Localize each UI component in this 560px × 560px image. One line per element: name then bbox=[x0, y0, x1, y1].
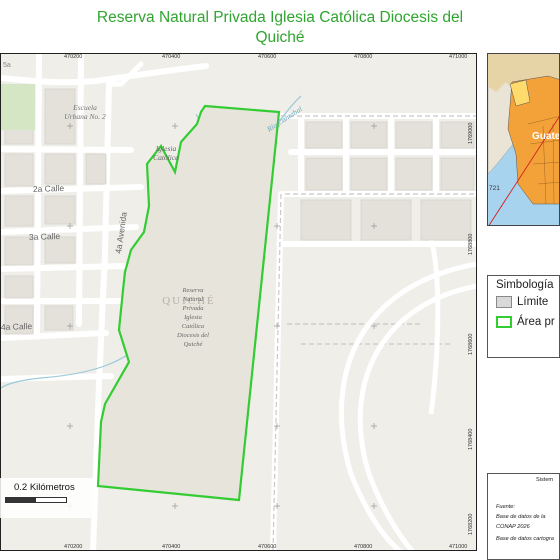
y-tick-4: 1768400 bbox=[468, 428, 474, 450]
main-map[interactable]: Escuela Urbana No. 2 Iglesia Católica Río … bbox=[0, 53, 477, 551]
credits-panel: Sistem Fuente: Base de datos de la CONAP… bbox=[487, 473, 560, 560]
legend-item-reserve-label: Área pr bbox=[517, 316, 555, 329]
x-tick-bottom-1: 470200 bbox=[64, 544, 83, 550]
scale-bar-label: 0.2 Kilómetros bbox=[14, 482, 75, 493]
x-tick-top-4: 470800 bbox=[354, 54, 373, 60]
map-title: Reserva Natural Privada Iglesia Católica… bbox=[0, 8, 560, 48]
x-tick-top-5: 471000 bbox=[449, 54, 468, 60]
map-title-line-2: Quiché bbox=[255, 29, 305, 46]
street-label-4a: 4a Calle bbox=[1, 321, 33, 332]
gray-fill-swatch-icon bbox=[496, 296, 512, 308]
y-tick-1: 1769000 bbox=[468, 122, 474, 144]
legend-panel: Simbología Límite Área pr bbox=[487, 275, 560, 358]
map-title-line-1: Reserva Natural Privada Iglesia Católica… bbox=[96, 9, 464, 26]
credits-line-1: Base de datos de la bbox=[496, 514, 546, 520]
inset-map-canvas: Guate 721 bbox=[488, 54, 560, 225]
green-space bbox=[1, 84, 35, 130]
x-tick-top-2: 470400 bbox=[162, 54, 181, 60]
x-tick-bottom-4: 470800 bbox=[354, 544, 373, 550]
legend-item-limit-label: Límite bbox=[517, 296, 549, 309]
legend-item-limit: Límite bbox=[496, 296, 548, 308]
curved-boulevard bbox=[338, 238, 476, 550]
scale-bar: 0.2 Kilómetros bbox=[0, 478, 96, 518]
x-tick-top-1: 470200 bbox=[64, 54, 83, 60]
credits-line-3: Base de datos cartogra bbox=[496, 536, 554, 542]
credits-source-label: Fuente: bbox=[496, 504, 515, 510]
church-label: Iglesia Católica bbox=[153, 144, 179, 162]
x-tick-bottom-3: 470600 bbox=[258, 544, 277, 550]
map-canvas[interactable]: Escuela Urbana No. 2 Iglesia Católica Río … bbox=[1, 54, 477, 551]
svg-text:Guate: Guate bbox=[532, 131, 560, 142]
x-tick-bottom-2: 470400 bbox=[162, 544, 181, 550]
credits-line-2: CONAP 2026 bbox=[496, 524, 530, 530]
y-tick-5: 1768200 bbox=[468, 513, 474, 535]
legend-item-reserve: Área pr bbox=[496, 316, 555, 328]
x-tick-bottom-5: 471000 bbox=[449, 544, 468, 550]
svg-text:721: 721 bbox=[489, 185, 500, 192]
y-tick-2: 1768800 bbox=[468, 233, 474, 255]
street-label-3a: 3a Calle bbox=[29, 231, 61, 242]
avenue-label: 4a Avenida bbox=[113, 211, 129, 254]
inset-map[interactable]: Guate 721 bbox=[487, 53, 560, 226]
legend-heading: Simbología bbox=[496, 279, 554, 291]
x-tick-top-3: 470600 bbox=[258, 54, 277, 60]
scale-bar-graphic bbox=[5, 497, 67, 503]
green-outline-swatch-icon bbox=[496, 316, 512, 328]
y-tick-3: 1768600 bbox=[468, 333, 474, 355]
street-label-2a: 2a Calle bbox=[33, 183, 65, 194]
street-label-cut: 5a bbox=[3, 62, 11, 69]
credits-header: Sistem bbox=[536, 477, 554, 483]
